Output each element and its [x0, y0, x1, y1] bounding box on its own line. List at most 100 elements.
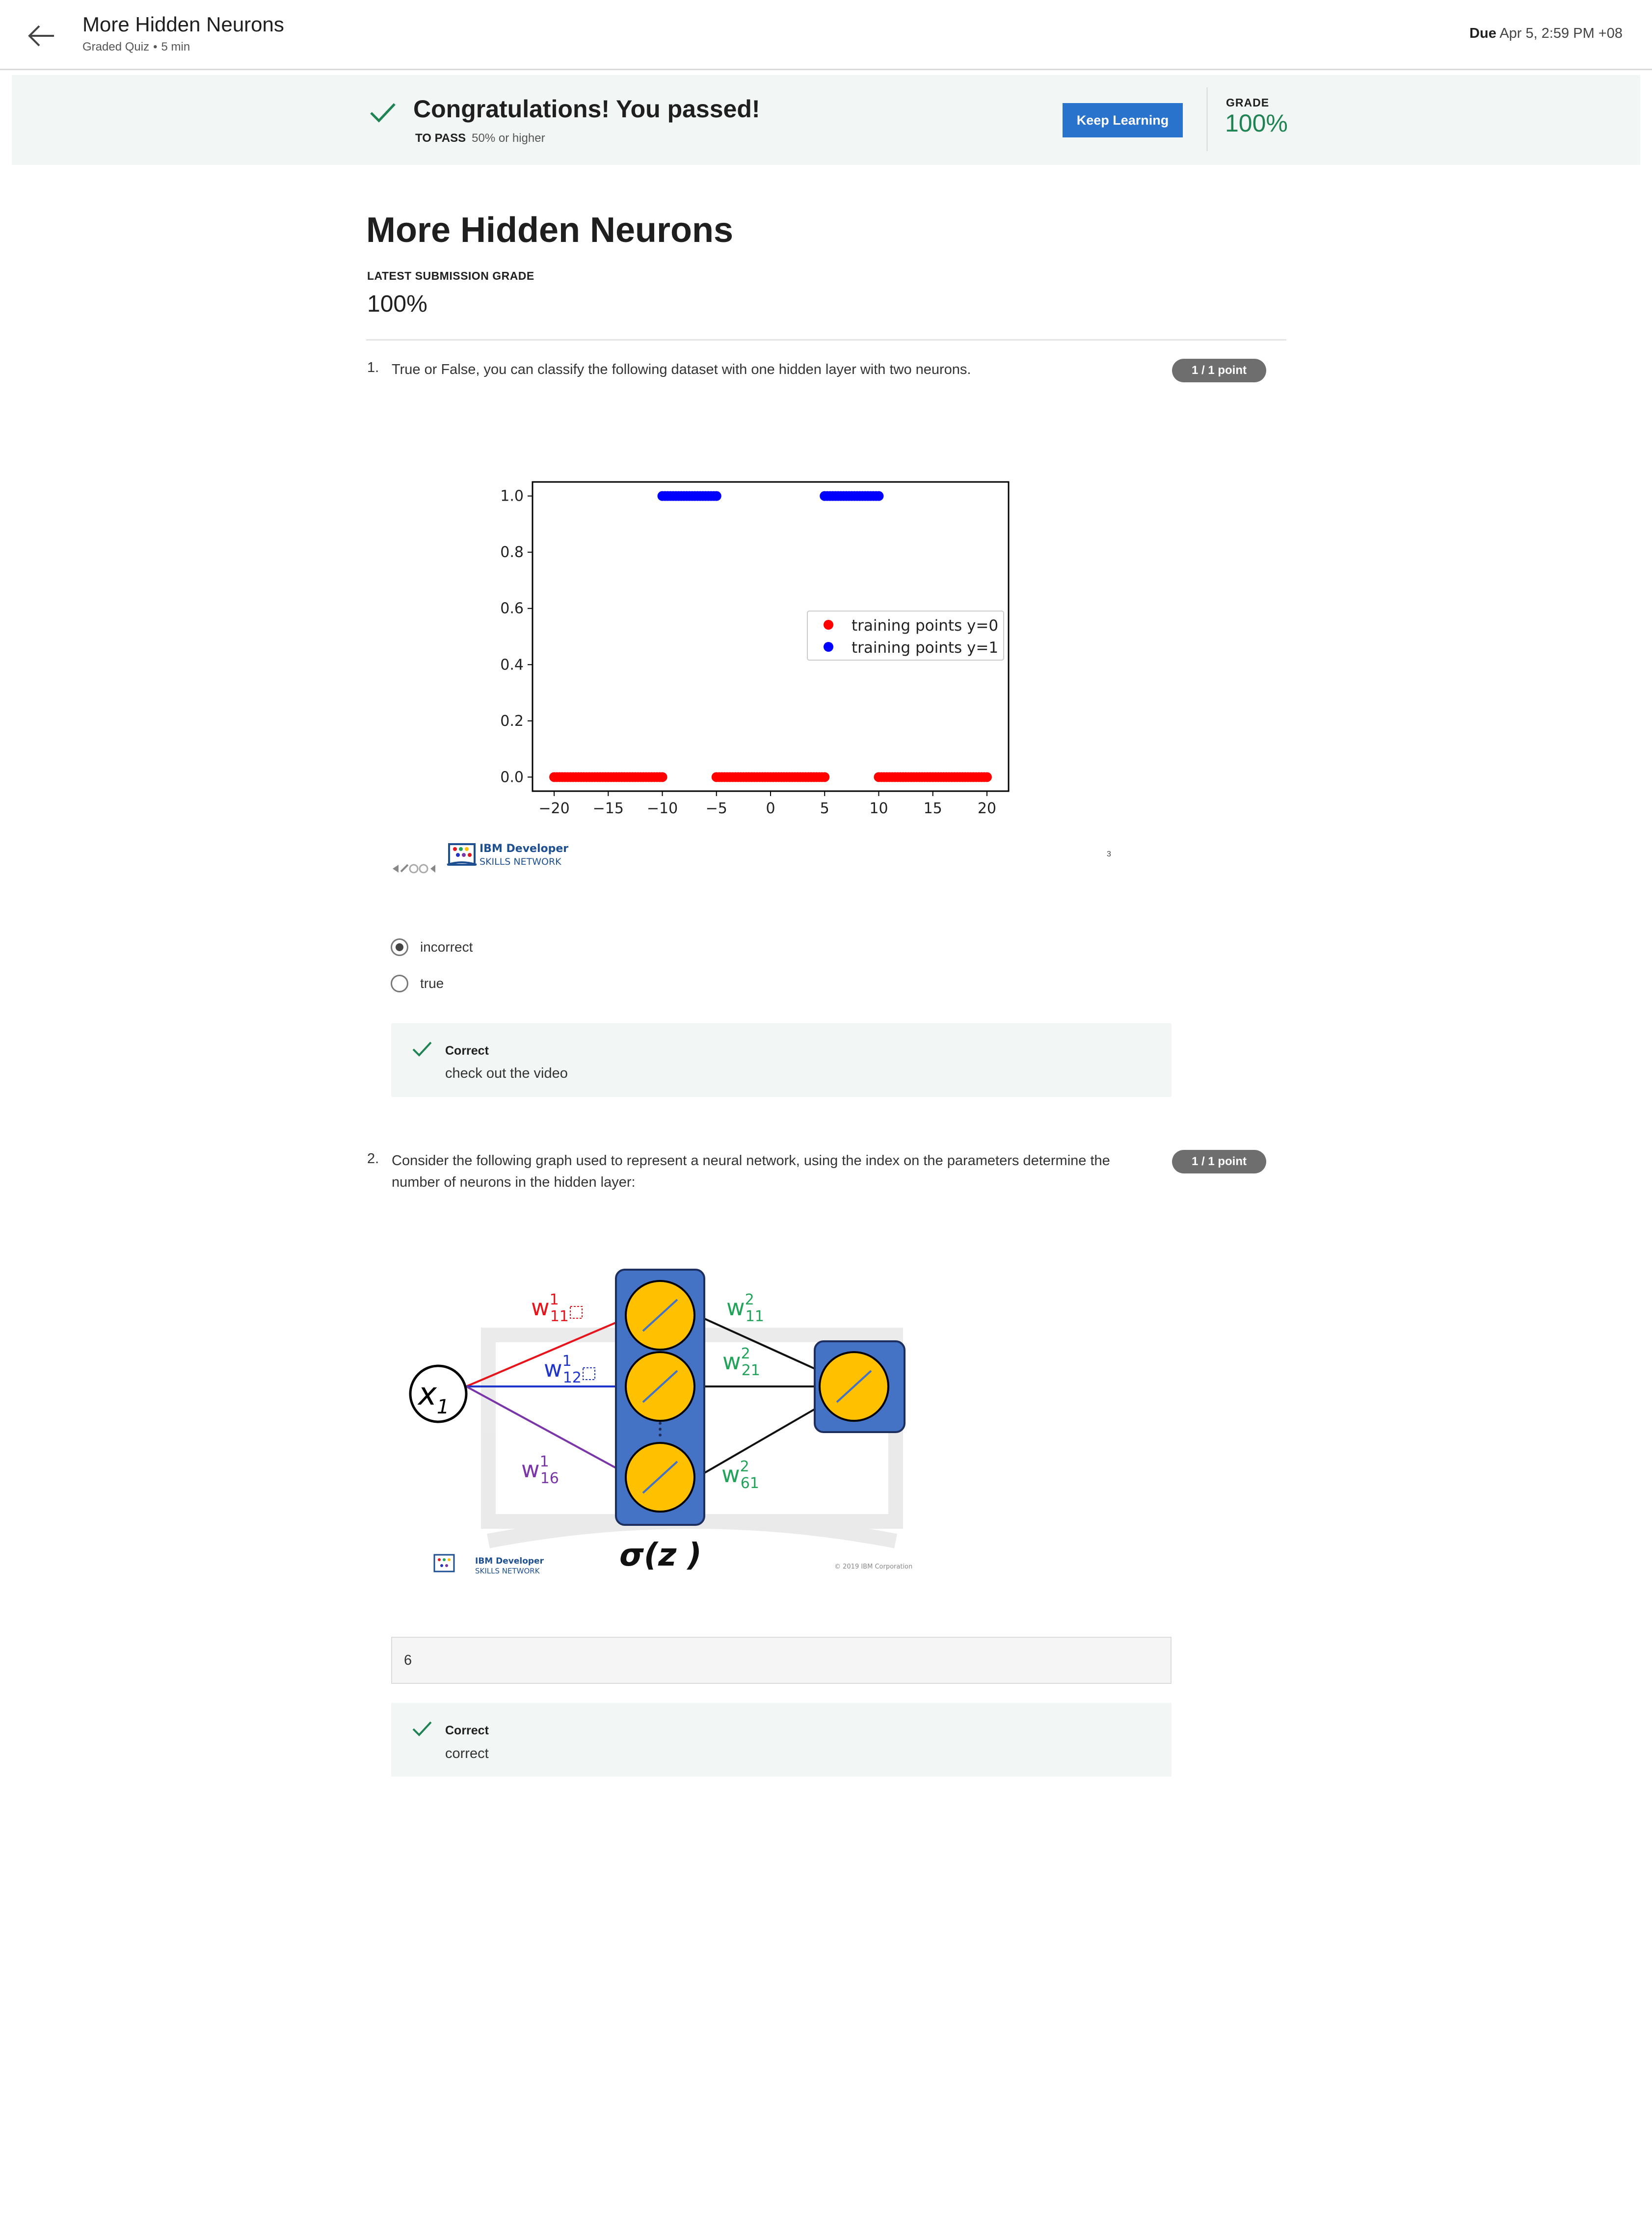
- scatter-chart: −20 −15 −10 −5 0 5 10 15 20 0.0 0.2 0.4 0.6 0.8 1.0 tr…: [500, 481, 1010, 817]
- radio-unselected[interactable]: [391, 975, 408, 992]
- feedback-title: Correct: [445, 1044, 489, 1058]
- w-base: w: [544, 1356, 562, 1382]
- x-tick-label: −20: [538, 800, 569, 817]
- quiz-duration: 5 min: [161, 40, 190, 53]
- ibm-logo-1: IBM Developer SKILLS NETWORK: [393, 843, 568, 874]
- y-tick-label: 1.0: [500, 488, 524, 505]
- toolbar-icons: [393, 864, 435, 874]
- w-sub: 16: [540, 1470, 559, 1487]
- logo-text-line1: IBM Developer: [480, 843, 568, 855]
- y-tick-label: 0.0: [500, 769, 524, 786]
- question-1-feedback: [391, 1023, 1172, 1097]
- answer-field[interactable]: [391, 1637, 1172, 1684]
- x-tick-label: −5: [706, 800, 727, 817]
- question-1-number: 1.: [367, 360, 379, 375]
- w-sup: 2: [741, 1345, 750, 1362]
- question-1-points-badge: 1 / 1 point: [1172, 359, 1266, 382]
- latest-grade-value: 100%: [367, 291, 427, 317]
- ellipsis-dots: [659, 1422, 662, 1437]
- output-neuron: [819, 1351, 889, 1422]
- hidden-neuron-2: [625, 1351, 695, 1422]
- grade-value: 100%: [1225, 109, 1288, 137]
- option-incorrect-label[interactable]: incorrect: [420, 939, 473, 955]
- pass-threshold: TO PASS 50% or higher: [415, 132, 545, 145]
- keep-learning-button[interactable]: Keep Learning: [1063, 103, 1183, 137]
- radio-selected[interactable]: [391, 938, 408, 956]
- pass-banner: [12, 75, 1640, 165]
- data-point: [820, 772, 830, 782]
- w-base: w: [722, 1348, 741, 1375]
- w-sub: 11: [550, 1308, 569, 1325]
- data-point: [874, 491, 884, 501]
- w-sup: 1: [562, 1353, 572, 1370]
- w-sub: 21: [742, 1362, 760, 1379]
- input-symbol: x: [417, 1376, 437, 1412]
- x-tick-label: 10: [869, 800, 888, 817]
- latest-grade-label: LATEST SUBMISSION GRADE: [367, 269, 534, 282]
- quiz-type: Graded Quiz: [82, 40, 150, 53]
- copyright: © 2019 IBM Corporation: [834, 1563, 912, 1571]
- logo-text-line1: IBM Developer: [475, 1556, 544, 1566]
- x-tick-label: 20: [978, 800, 996, 817]
- weight-w2-21: w2 21: [722, 1345, 760, 1379]
- divider: [366, 339, 1286, 341]
- w-sup: 2: [745, 1291, 754, 1308]
- input-subscript: 1: [437, 1396, 449, 1418]
- hidden-neuron-1: [625, 1280, 695, 1351]
- back-arrow-icon[interactable]: [25, 19, 59, 53]
- feedback-text: check out the video: [445, 1065, 568, 1081]
- due-label: Due: [1469, 26, 1496, 41]
- w-base: w: [726, 1294, 745, 1321]
- data-point: [711, 491, 721, 501]
- feedback-check-icon: [411, 1039, 433, 1062]
- separator: •: [153, 40, 158, 53]
- question-2-points-badge: 1 / 1 point: [1172, 1150, 1266, 1173]
- due-date: Due Apr 5, 2:59 PM +08: [1469, 26, 1623, 42]
- y-tick-label: 0.2: [500, 713, 524, 730]
- quiz-meta: Graded Quiz • 5 min: [82, 40, 190, 54]
- edit-handle-icon: [570, 1306, 583, 1319]
- feedback-check-icon: [411, 1719, 433, 1741]
- y-tick-label: 0.4: [500, 656, 524, 673]
- question-1-text: True or False, you can classify the foll…: [392, 362, 971, 377]
- w-sub: 61: [741, 1475, 759, 1492]
- legend-label-y0: training points y=0: [852, 617, 998, 635]
- w-base: w: [531, 1294, 550, 1321]
- to-pass-value: 50% or higher: [472, 132, 545, 145]
- logo-text-line2: SKILLS NETWORK: [475, 1567, 540, 1575]
- option-incorrect[interactable]: [391, 938, 408, 956]
- activation-label: σ(z ): [619, 1537, 702, 1573]
- w-sup: 2: [740, 1458, 749, 1475]
- x-tick-label: −10: [647, 800, 678, 817]
- hidden-neuron-6: [625, 1442, 695, 1513]
- legend-marker-y0: [824, 620, 833, 630]
- w-sub: 12: [563, 1369, 582, 1386]
- option-true[interactable]: [391, 975, 408, 992]
- option-true-label[interactable]: true: [420, 976, 444, 991]
- y-tick-label: 0.8: [500, 544, 524, 561]
- ibm-logo-2: IBM Developer SKILLS NETWORK: [433, 1554, 544, 1575]
- question-2-text: Consider the following graph used to rep…: [392, 1153, 1110, 1190]
- w-sup: 1: [540, 1453, 549, 1470]
- w-base: w: [521, 1456, 540, 1483]
- feedback-text: correct: [445, 1746, 489, 1761]
- grade-label: GRADE: [1226, 96, 1270, 109]
- y-tick-label: 0.6: [500, 600, 524, 617]
- grade-divider: [1206, 87, 1208, 151]
- w-base: w: [721, 1461, 740, 1488]
- legend-label-y1: training points y=1: [852, 639, 998, 657]
- due-value: Apr 5, 2:59 PM +08: [1499, 26, 1623, 41]
- neural-network-diagram: x1 w1 11 w1 12 w1 16 w2 11 w2 21 w2 61 σ(z ) I…: [409, 1269, 912, 1575]
- feedback-title: Correct: [445, 1724, 489, 1737]
- w-sup: 1: [550, 1291, 559, 1308]
- x-tick-label: 5: [820, 800, 829, 817]
- page-title: More Hidden Neurons: [366, 211, 734, 250]
- question-2-feedback: [391, 1703, 1172, 1777]
- weight-w2-11: w2 11: [726, 1291, 764, 1325]
- w-sub: 11: [746, 1308, 764, 1325]
- edit-handle-icon: [583, 1367, 595, 1380]
- answer-value: 6: [404, 1652, 412, 1668]
- slide-page-number: 3: [1107, 850, 1111, 858]
- quiz-title: More Hidden Neurons: [82, 13, 284, 36]
- weight-w1-12: w1 12: [544, 1353, 582, 1386]
